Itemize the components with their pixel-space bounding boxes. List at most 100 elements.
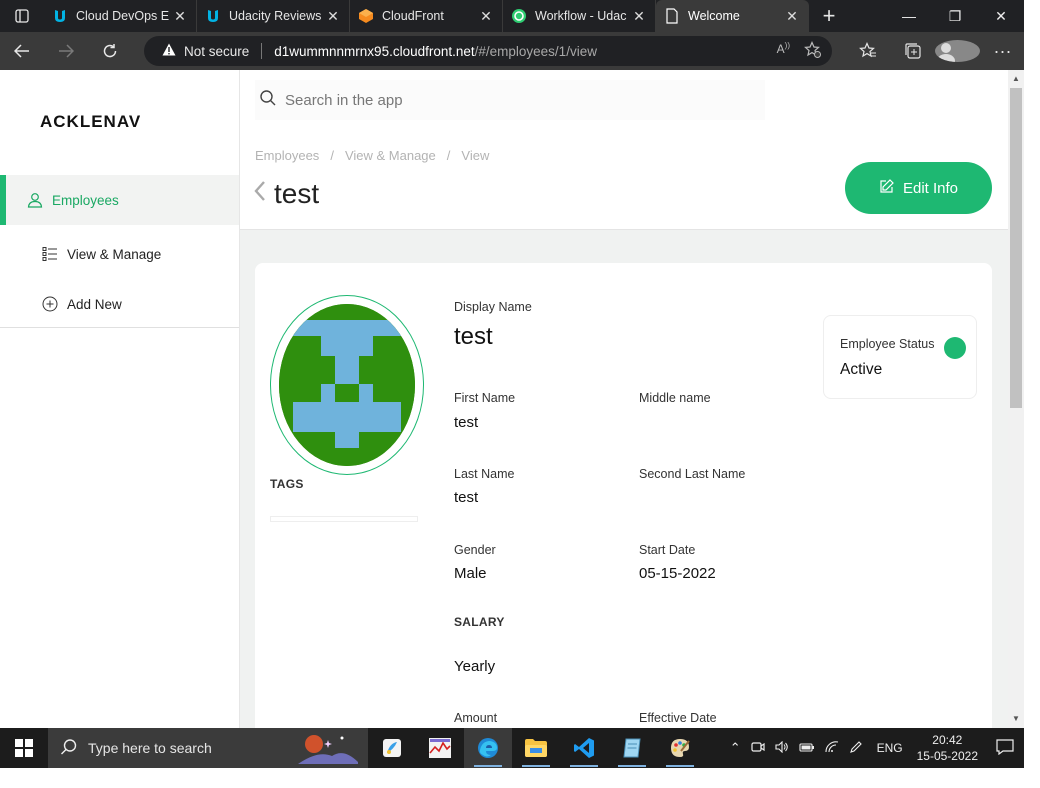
browser-tab-strip: Cloud DevOps E ✕ Udacity Reviews ✕ Cloud… bbox=[0, 0, 1024, 32]
browser-tab-2[interactable]: Udacity Reviews ✕ bbox=[197, 0, 350, 32]
tags-label: TAGS bbox=[270, 477, 304, 491]
gender-value: Male bbox=[454, 565, 487, 582]
tab-title: Udacity Reviews bbox=[229, 9, 322, 23]
tab-close-icon[interactable]: ✕ bbox=[631, 8, 647, 25]
plus-circle-icon bbox=[41, 295, 59, 313]
notepad-icon bbox=[623, 738, 641, 758]
tags-field[interactable] bbox=[270, 516, 418, 522]
tab-title: Cloud DevOps E bbox=[76, 9, 170, 23]
taskbar-search-input[interactable]: Type here to search bbox=[48, 728, 368, 768]
collections-icon[interactable] bbox=[890, 32, 935, 70]
sidebar-item-view-manage[interactable]: View & Manage bbox=[0, 229, 239, 279]
taskbar-app-paint[interactable] bbox=[368, 728, 416, 768]
back-arrow-icon[interactable] bbox=[0, 32, 44, 70]
browser-tab-5[interactable]: Welcome ✕ bbox=[656, 0, 809, 32]
sidebar-item-label: View & Manage bbox=[67, 246, 162, 262]
effective-date-label: Effective Date bbox=[639, 711, 717, 725]
taskbar-app-edge[interactable] bbox=[464, 728, 512, 768]
avatar-image bbox=[279, 304, 415, 466]
paint-app-icon bbox=[383, 739, 401, 757]
taskbar-app-file-explorer[interactable] bbox=[512, 728, 560, 768]
status-label: Employee Status bbox=[840, 337, 935, 351]
sidebar-item-add-new[interactable]: Add New bbox=[0, 279, 239, 329]
employee-status-panel: Employee Status Active bbox=[823, 315, 977, 399]
chevron-left-icon[interactable] bbox=[254, 180, 266, 208]
taskbar-app-task-manager[interactable] bbox=[416, 728, 464, 768]
workflow-icon bbox=[511, 8, 527, 24]
edit-info-button[interactable]: Edit Info bbox=[845, 162, 992, 214]
tab-title: Workflow - Udac bbox=[535, 9, 627, 23]
edge-browser-icon bbox=[478, 738, 498, 758]
display-name-label: Display Name bbox=[454, 300, 532, 314]
pen-icon[interactable] bbox=[849, 740, 863, 757]
search-icon bbox=[60, 738, 78, 759]
sidebar-item-label: Employees bbox=[52, 192, 119, 208]
scrollbar-thumb[interactable] bbox=[1010, 88, 1022, 408]
sidebar-item-employees[interactable]: Employees bbox=[0, 175, 239, 225]
salary-section-label: SALARY bbox=[454, 615, 505, 629]
sidebar-item-label: Add New bbox=[67, 296, 122, 312]
url-path: /#/employees/1/view bbox=[474, 43, 597, 59]
sidebar: ACKLENAV Employees View & Manage Add New bbox=[0, 70, 240, 728]
volume-icon[interactable] bbox=[775, 740, 789, 756]
tab-close-icon[interactable]: ✕ bbox=[325, 8, 341, 25]
scroll-up-icon[interactable]: ▲ bbox=[1011, 74, 1021, 83]
edit-icon bbox=[879, 178, 895, 198]
new-tab-button[interactable]: + bbox=[809, 0, 849, 32]
windows-taskbar: Type here to search ⌃ ENG 20:42 15-05-20… bbox=[0, 728, 1024, 768]
search-input[interactable]: Search in the app bbox=[255, 80, 765, 120]
tab-close-icon[interactable]: ✕ bbox=[784, 8, 800, 25]
read-aloud-icon[interactable]: A)) bbox=[777, 41, 790, 62]
chevron-up-icon[interactable]: ⌃ bbox=[730, 740, 741, 756]
breadcrumb-employees[interactable]: Employees bbox=[255, 148, 319, 163]
title-row: test bbox=[254, 178, 319, 210]
url-host: d1wummnnmrnx95.cloudfront.net bbox=[274, 43, 475, 59]
wifi-icon[interactable] bbox=[825, 740, 839, 756]
tab-close-icon[interactable]: ✕ bbox=[172, 8, 188, 25]
camera-icon[interactable] bbox=[750, 741, 765, 756]
breadcrumb-separator: / bbox=[330, 148, 334, 163]
edit-info-label: Edit Info bbox=[902, 179, 959, 197]
clock-date: 15-05-2022 bbox=[916, 749, 978, 763]
last-name-label: Last Name bbox=[454, 467, 515, 481]
clock[interactable]: 20:42 15-05-2022 bbox=[917, 732, 978, 764]
udacity-icon bbox=[52, 8, 68, 24]
tab-actions-icon[interactable] bbox=[0, 0, 44, 32]
breadcrumb-view-manage[interactable]: View & Manage bbox=[345, 148, 436, 163]
tab-close-icon[interactable]: ✕ bbox=[478, 8, 494, 25]
windows-start-icon[interactable] bbox=[0, 728, 48, 768]
language-indicator[interactable]: ENG bbox=[877, 741, 903, 755]
notification-icon[interactable] bbox=[996, 738, 1014, 758]
user-icon bbox=[26, 191, 44, 209]
display-name-value: test bbox=[454, 323, 493, 350]
taskbar-app-paint-palette[interactable] bbox=[656, 728, 704, 768]
restore-icon[interactable]: ❐ bbox=[932, 0, 978, 32]
minimize-icon[interactable]: — bbox=[886, 0, 932, 32]
battery-icon[interactable] bbox=[799, 741, 815, 756]
taskbar-app-notepad[interactable] bbox=[608, 728, 656, 768]
page-scrollbar[interactable]: ▲ ▼ bbox=[1008, 70, 1024, 728]
browser-toolbar: ··· bbox=[845, 32, 1024, 70]
address-bar-row: Not secure d1wummnnmrnx95.cloudfront.net… bbox=[0, 32, 1024, 70]
profile-avatar[interactable] bbox=[935, 32, 980, 70]
middle-name-label: Middle name bbox=[639, 391, 711, 405]
security-label[interactable]: Not secure bbox=[184, 44, 249, 59]
add-favorite-icon[interactable] bbox=[804, 41, 822, 62]
list-icon bbox=[41, 245, 59, 263]
aws-cloudfront-icon bbox=[358, 8, 374, 24]
app-logo[interactable]: ACKLENAV bbox=[40, 112, 140, 132]
browser-tab-3[interactable]: CloudFront ✕ bbox=[350, 0, 503, 32]
refresh-icon[interactable] bbox=[88, 32, 132, 70]
favorites-icon[interactable] bbox=[845, 32, 890, 70]
warning-icon[interactable] bbox=[162, 43, 176, 59]
taskbar-app-vscode[interactable] bbox=[560, 728, 608, 768]
browser-tab-1[interactable]: Cloud DevOps E ✕ bbox=[44, 0, 197, 32]
more-menu-icon[interactable]: ··· bbox=[980, 32, 1024, 70]
url-field[interactable]: Not secure d1wummnnmrnx95.cloudfront.net… bbox=[144, 36, 832, 66]
employee-avatar[interactable] bbox=[270, 295, 424, 475]
window-close-icon[interactable]: ✕ bbox=[978, 0, 1024, 32]
browser-tab-4[interactable]: Workflow - Udac ✕ bbox=[503, 0, 656, 32]
forward-arrow-icon[interactable] bbox=[44, 32, 88, 70]
first-name-label: First Name bbox=[454, 391, 516, 405]
scroll-down-icon[interactable]: ▼ bbox=[1011, 714, 1021, 723]
